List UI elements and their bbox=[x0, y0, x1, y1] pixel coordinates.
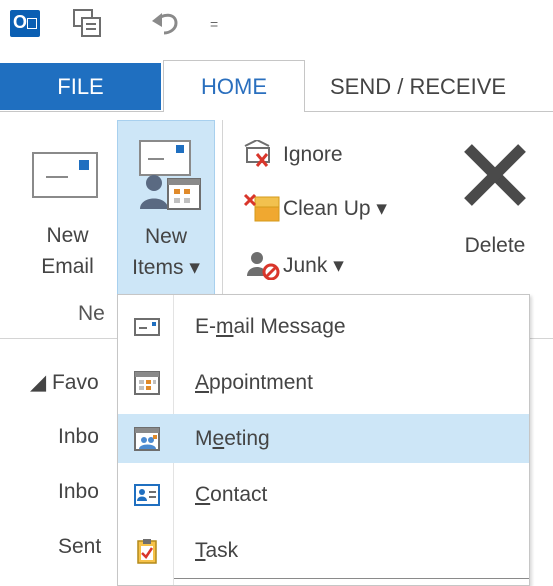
junk-label: Junk ▾ bbox=[283, 253, 344, 277]
undo-icon[interactable] bbox=[150, 9, 182, 37]
clean-up-icon bbox=[243, 193, 283, 223]
favorites-header[interactable]: ◢ Favo bbox=[30, 370, 99, 395]
outlook-icon[interactable]: O bbox=[10, 10, 40, 37]
tab-home[interactable]: HOME bbox=[163, 60, 305, 112]
delete-button[interactable]: Delete bbox=[440, 130, 550, 300]
new-items-label-line1: New bbox=[144, 225, 187, 248]
folder-item[interactable]: Inbo bbox=[58, 480, 99, 504]
menu-item-task[interactable]: Task bbox=[118, 526, 529, 575]
ribbon-divider bbox=[0, 111, 163, 112]
junk-button[interactable]: Junk ▾ bbox=[243, 250, 344, 281]
folder-item[interactable]: Inbo bbox=[58, 425, 99, 449]
menu-item-appointment[interactable]: Appointment bbox=[118, 358, 529, 407]
menu-item-label: E-mail Message bbox=[195, 314, 346, 338]
menu-item-meeting[interactable]: Meeting bbox=[118, 414, 529, 463]
ignore-label: Ignore bbox=[283, 143, 343, 166]
send-receive-all-icon[interactable] bbox=[72, 8, 102, 38]
menu-item-label: Task bbox=[195, 538, 239, 562]
new-items-label-line2: Items ▾ bbox=[132, 256, 200, 279]
menu-item-label: Appointment bbox=[195, 370, 313, 394]
junk-icon bbox=[243, 250, 283, 281]
new-email-button[interactable]: New Email bbox=[20, 120, 115, 300]
delete-icon bbox=[460, 140, 530, 210]
customize-toolbar-icon[interactable]: = bbox=[210, 16, 218, 32]
new-items-button[interactable]: New Items ▾ bbox=[117, 120, 215, 300]
task-icon bbox=[134, 538, 160, 564]
ribbon-divider bbox=[305, 111, 553, 112]
delete-label: Delete bbox=[464, 234, 526, 257]
folder-item[interactable]: Sent bbox=[58, 535, 101, 559]
contact-icon bbox=[134, 482, 160, 508]
tab-send-receive[interactable]: SEND / RECEIVE bbox=[330, 63, 553, 110]
ignore-button[interactable]: Ignore bbox=[243, 138, 343, 170]
menu-item-label: Meeting bbox=[195, 426, 270, 450]
email-message-icon bbox=[134, 314, 160, 340]
menu-item-contact[interactable]: Contact bbox=[118, 470, 529, 519]
appointment-icon bbox=[134, 370, 160, 396]
menu-item-label: Contact bbox=[195, 482, 268, 506]
menu-divider bbox=[174, 578, 529, 579]
new-items-menu: E-mail Message Appointment Meeting Conta… bbox=[117, 294, 530, 586]
new-email-label-line1: New bbox=[46, 224, 89, 247]
tab-file[interactable]: FILE bbox=[0, 63, 161, 110]
clean-up-label: Clean Up ▾ bbox=[283, 196, 387, 220]
new-items-icon bbox=[132, 131, 204, 213]
menu-item-email-message[interactable]: E-mail Message bbox=[118, 302, 529, 351]
ignore-icon bbox=[243, 138, 283, 170]
new-email-label-line2: Email bbox=[41, 255, 94, 278]
meeting-icon bbox=[134, 426, 160, 452]
ribbon-group-label: Ne bbox=[78, 302, 105, 325]
clean-up-button[interactable]: Clean Up ▾ bbox=[243, 193, 387, 223]
envelope-icon bbox=[32, 152, 98, 198]
